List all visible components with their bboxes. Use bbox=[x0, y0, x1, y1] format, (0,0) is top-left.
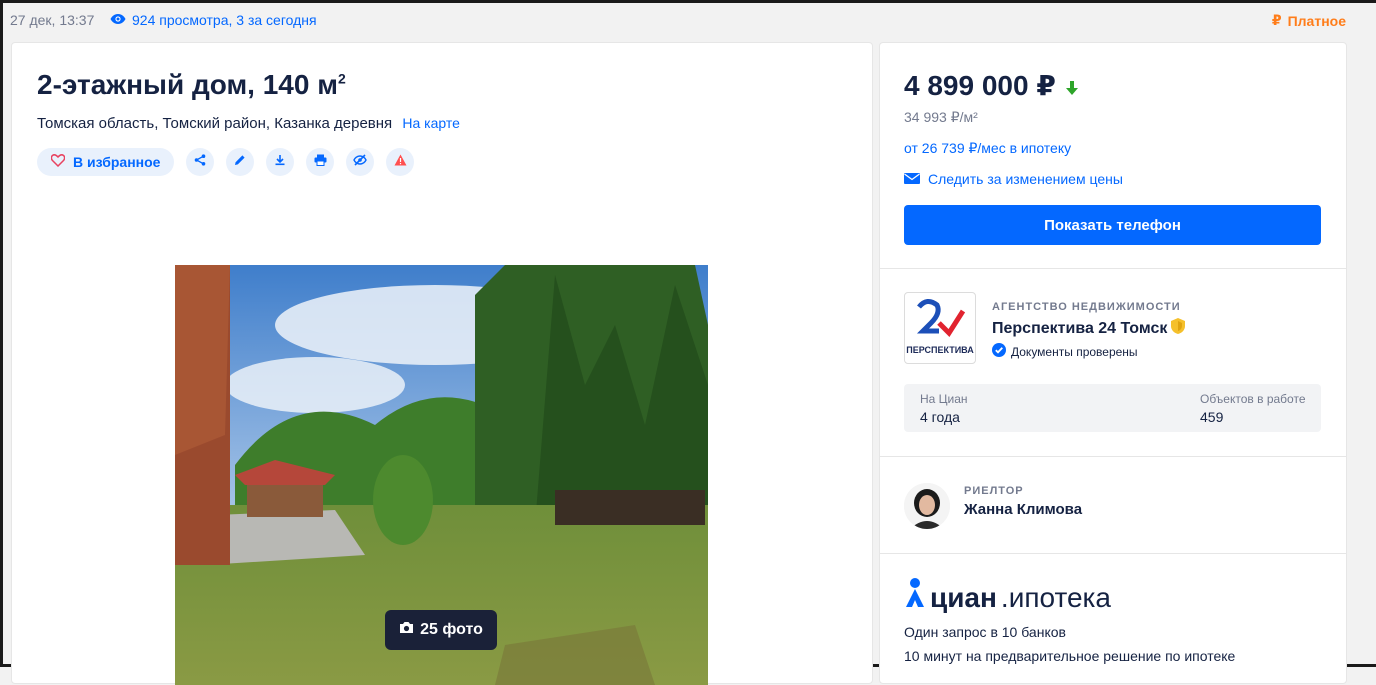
stat-objects: Объектов в работе 459 bbox=[1200, 392, 1306, 425]
agency-kind: АГЕНТСТВО НЕДВИЖИМОСТИ bbox=[992, 301, 1181, 313]
eye-slash-icon bbox=[353, 153, 368, 171]
favorite-button[interactable]: В избранное bbox=[37, 148, 175, 176]
price-value: 4 899 000 ₽ bbox=[904, 70, 1056, 101]
promo-line-1: Один запрос в 10 банков bbox=[904, 624, 1066, 640]
photo-count-button[interactable]: 25 фото bbox=[385, 610, 497, 650]
realtor-name[interactable]: Жанна Климова bbox=[964, 501, 1082, 518]
action-toolbar: В избранное bbox=[37, 148, 415, 176]
realtor-avatar-image bbox=[904, 483, 950, 529]
print-button[interactable] bbox=[306, 148, 335, 176]
agency-name[interactable]: Перспектива 24 Томск bbox=[992, 318, 1186, 339]
stat-on-cian-value: 4 года bbox=[920, 409, 960, 425]
stat-on-cian-label: На Циан bbox=[920, 392, 968, 406]
price-sidebar: 4 899 000 ₽ 34 993 ₽/м² от 26 739 ₽/мес … bbox=[879, 42, 1347, 684]
stat-on-cian: На Циан 4 года bbox=[920, 392, 968, 425]
docs-verified-label: Документы проверены bbox=[1011, 344, 1138, 359]
listing-title: 2-этажный дом, 140 м2 bbox=[37, 69, 346, 101]
listing-photo[interactable]: 25 фото bbox=[175, 265, 708, 685]
listing-meta-bar: 27 дек, 13:37 924 просмотра, 3 за сегодн… bbox=[10, 12, 1346, 30]
cian-brand-rest: .ипотека bbox=[1000, 582, 1111, 613]
price-per-meter: 34 993 ₽/м² bbox=[904, 109, 978, 125]
listing-address: Томская область, Томский район, Казанка … bbox=[37, 115, 460, 132]
mortgage-link[interactable]: от 26 739 ₽/мес в ипотеку bbox=[904, 140, 1071, 157]
heart-icon bbox=[50, 154, 66, 170]
promo-line-2: 10 минут на предварительное решение по и… bbox=[904, 648, 1236, 664]
show-phone-button[interactable]: Показать телефон bbox=[904, 205, 1321, 245]
envelope-icon bbox=[904, 171, 920, 187]
stat-objects-label: Объектов в работе bbox=[1200, 392, 1306, 406]
cian-person-icon bbox=[904, 577, 926, 614]
warning-icon bbox=[394, 153, 407, 171]
divider bbox=[880, 553, 1346, 554]
divider bbox=[880, 268, 1346, 269]
track-price-label: Следить за изменением цены bbox=[928, 171, 1123, 187]
camera-icon bbox=[399, 621, 414, 639]
listing-title-sup: 2 bbox=[337, 70, 346, 87]
edit-button[interactable] bbox=[226, 148, 255, 176]
cian-ipoteka-logo[interactable]: циан .ипотека bbox=[904, 577, 1111, 614]
share-icon bbox=[194, 153, 206, 171]
photo-count-label: 25 фото bbox=[420, 621, 483, 638]
agency-logo-text: ПЕРСПЕКТИВА bbox=[906, 345, 974, 355]
hide-button[interactable] bbox=[346, 148, 375, 176]
download-icon bbox=[274, 153, 286, 171]
realtor-kind: РИЕЛТОР bbox=[964, 485, 1024, 497]
views-text: 924 просмотра, 3 за сегодня bbox=[132, 12, 317, 28]
agency-stats: На Циан 4 года Объектов в работе 459 bbox=[904, 384, 1321, 432]
publish-date: 27 дек, 13:37 bbox=[10, 12, 95, 28]
address-text: Томская область, Томский район, Казанка … bbox=[37, 115, 393, 132]
paid-badge: ₽ Платное bbox=[1272, 12, 1346, 29]
docs-verified: Документы проверены bbox=[992, 343, 1138, 360]
eye-icon bbox=[110, 12, 126, 28]
listing-card: 2-этажный дом, 140 м2 Томская область, Т… bbox=[11, 42, 873, 685]
listing-title-text: 2-этажный дом, 140 м bbox=[37, 69, 338, 100]
stat-objects-value: 459 bbox=[1200, 409, 1224, 425]
cian-brand-bold: циан bbox=[930, 582, 997, 613]
download-button[interactable] bbox=[266, 148, 295, 176]
price-down-arrow-icon[interactable] bbox=[1065, 70, 1078, 102]
map-link[interactable]: На карте bbox=[402, 115, 460, 131]
shield-badge-icon bbox=[1171, 318, 1186, 339]
track-price-link[interactable]: Следить за изменением цены bbox=[904, 171, 1123, 187]
agency-name-text: Перспектива 24 Томск bbox=[992, 319, 1168, 337]
divider bbox=[880, 456, 1346, 457]
paid-label: Платное bbox=[1287, 12, 1346, 29]
price-block: 4 899 000 ₽ bbox=[904, 69, 1078, 102]
agency-logo[interactable]: ПЕРСПЕКТИВА bbox=[904, 292, 976, 364]
pencil-icon bbox=[234, 153, 246, 171]
favorite-label: В избранное bbox=[73, 154, 161, 170]
views-counter[interactable]: 924 просмотра, 3 за сегодня bbox=[110, 12, 317, 28]
verified-check-icon bbox=[992, 343, 1006, 360]
avatar[interactable] bbox=[904, 483, 950, 529]
report-button[interactable] bbox=[386, 148, 415, 176]
ruble-icon: ₽ bbox=[1271, 12, 1282, 28]
share-button[interactable] bbox=[186, 148, 215, 176]
printer-icon bbox=[314, 153, 327, 171]
